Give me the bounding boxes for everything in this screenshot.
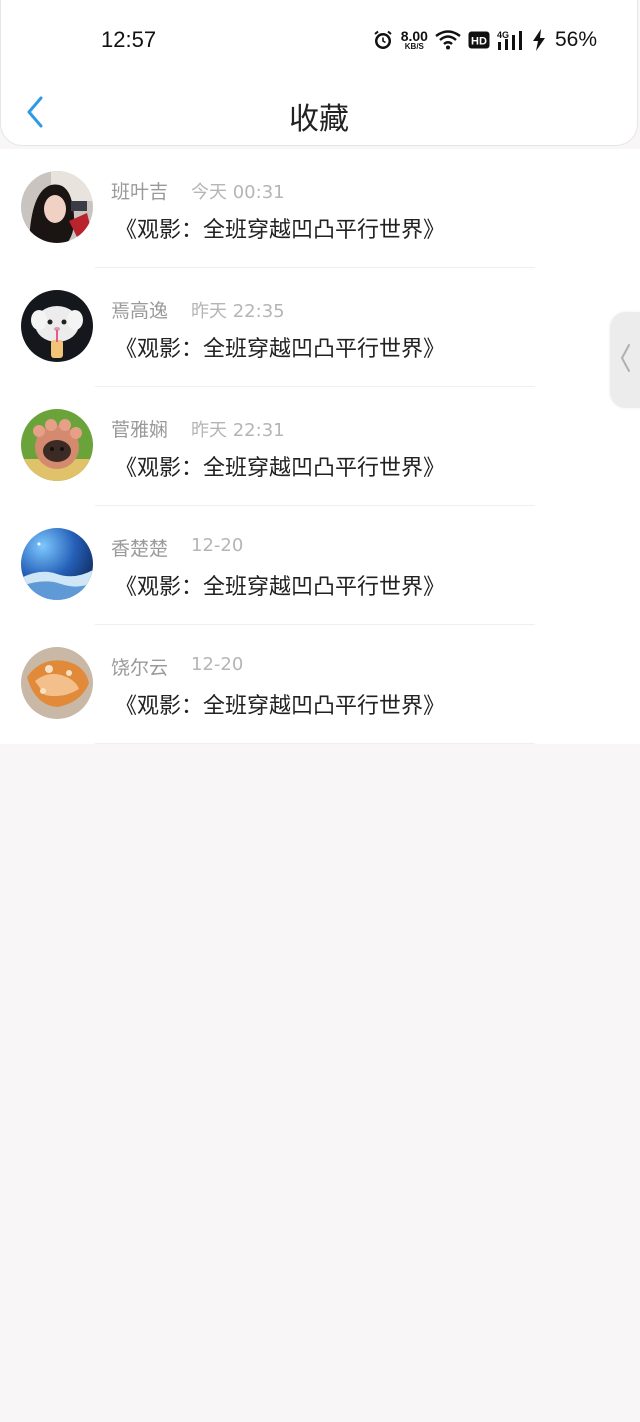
author-name: 饶尔云	[111, 657, 169, 679]
timestamp: 今天 00:31	[191, 182, 285, 203]
network-type: 4G	[497, 30, 509, 40]
avatar[interactable]	[21, 409, 93, 481]
status-bar: 12:57 8.00 KB/S HD 4G 56%	[1, 0, 640, 80]
avatar[interactable]	[21, 647, 93, 719]
timestamp: 昨天 22:35	[191, 301, 285, 322]
work-title: 《观影：全班穿越凹凸平行世界》	[115, 694, 446, 719]
status-time: 12:57	[101, 27, 157, 52]
favorite-item[interactable]: 饶尔云 12-20 《观影：全班穿越凹凸平行世界》	[0, 625, 640, 744]
wifi-icon	[435, 30, 461, 50]
divider	[95, 743, 535, 744]
net-speed: 8.00 KB/S	[401, 29, 428, 51]
net-speed-value: 8.00	[400, 28, 428, 44]
work-title: 《观影：全班穿越凹凸平行世界》	[115, 337, 446, 362]
author-name: 菅雅娴	[111, 419, 169, 441]
work-title: 《观影：全班穿越凹凸平行世界》	[115, 575, 446, 600]
status-icons: 8.00 KB/S HD 4G 56%	[372, 28, 597, 52]
author-name: 香楚楚	[111, 538, 169, 560]
favorite-item[interactable]: 班叶吉 今天 00:31 《观影：全班穿越凹凸平行世界》	[0, 149, 640, 268]
charging-icon	[532, 29, 546, 51]
chevron-left-icon	[619, 343, 631, 377]
side-drawer-handle[interactable]	[610, 312, 640, 408]
work-title: 《观影：全班穿越凹凸平行世界》	[115, 218, 446, 243]
page-title: 收藏	[289, 102, 349, 137]
alarm-icon	[372, 29, 394, 51]
author-name: 班叶吉	[111, 181, 169, 203]
battery-level: 56%	[554, 28, 597, 51]
cell-signal-icon: 4G	[497, 29, 525, 51]
favorites-screen: 12:57 8.00 KB/S HD 4G 56% 收藏 班叶吉 今天 00:3…	[0, 0, 640, 1422]
timestamp: 12-20	[191, 535, 244, 556]
timestamp: 12-20	[191, 654, 244, 675]
hd-badge-text: HD	[471, 36, 487, 48]
favorite-item[interactable]: 焉高逸 昨天 22:35 《观影：全班穿越凹凸平行世界》	[0, 268, 640, 387]
header: 12:57 8.00 KB/S HD 4G 56% 收藏	[0, 0, 638, 146]
favorite-item[interactable]: 香楚楚 12-20 《观影：全班穿越凹凸平行世界》	[0, 506, 640, 625]
timestamp: 昨天 22:31	[191, 420, 285, 441]
avatar[interactable]	[21, 290, 93, 362]
avatar[interactable]	[21, 528, 93, 600]
hd-icon: HD	[468, 31, 490, 49]
avatar[interactable]	[21, 171, 93, 243]
favorite-item[interactable]: 菅雅娴 昨天 22:31 《观影：全班穿越凹凸平行世界》	[0, 387, 640, 506]
work-title: 《观影：全班穿越凹凸平行世界》	[115, 456, 446, 481]
author-name: 焉高逸	[111, 300, 169, 322]
favorites-list: 班叶吉 今天 00:31 《观影：全班穿越凹凸平行世界》 焉高逸 昨天 22:3…	[0, 149, 640, 744]
net-speed-unit: KB/S	[404, 42, 424, 51]
